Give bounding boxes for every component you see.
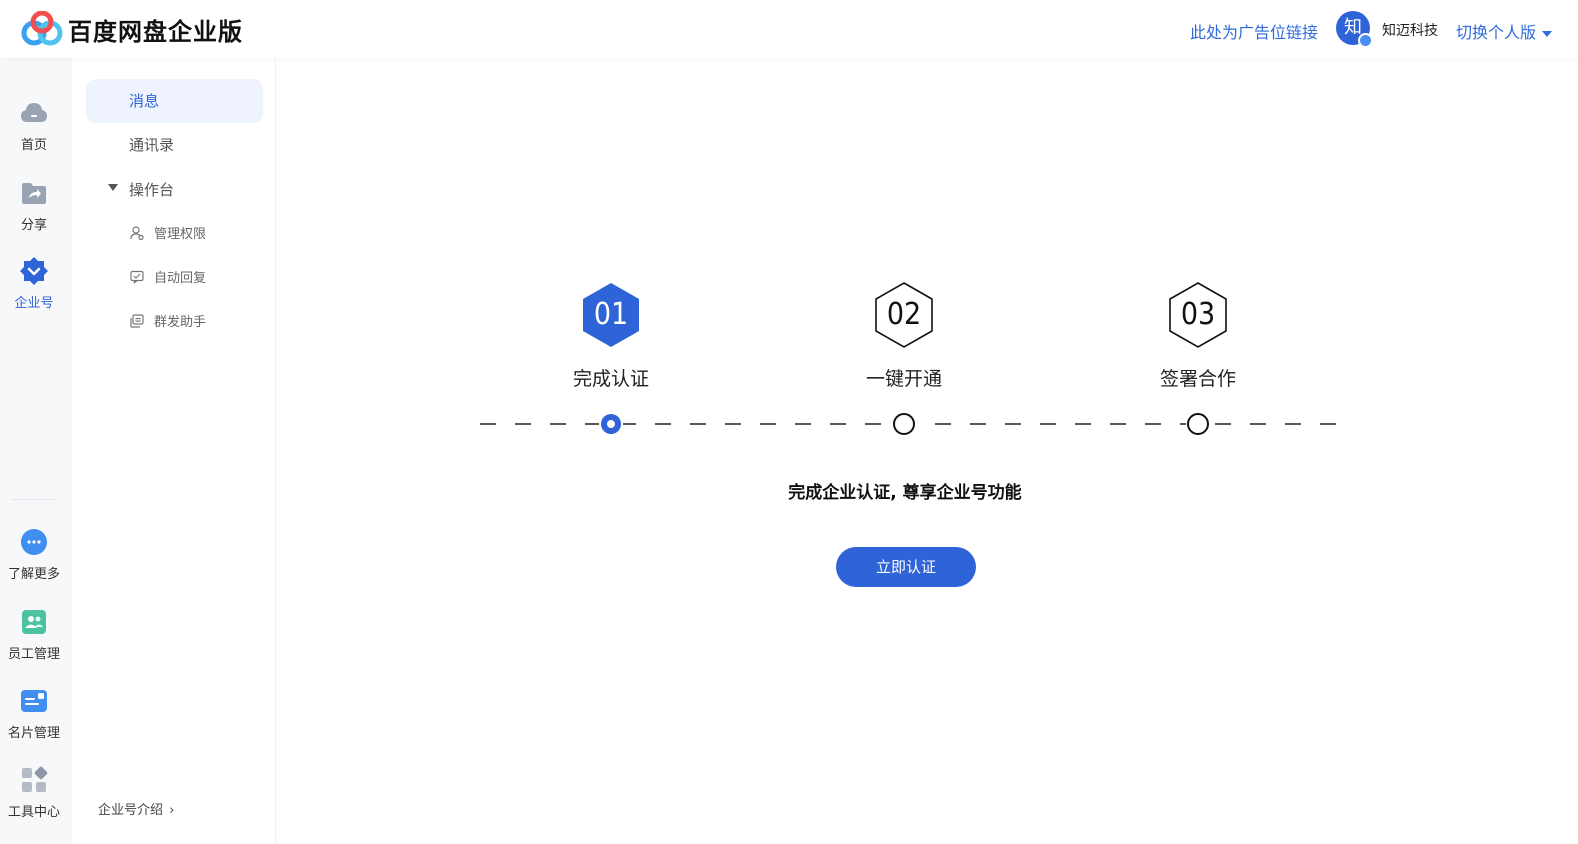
nav-rail: 首页 分享 企业号 了解更多 员工管理 名片管理 工具中心 xyxy=(0,58,72,844)
intro-label: 企业号介绍 xyxy=(98,803,164,818)
step-2-dot xyxy=(893,413,915,435)
card-icon xyxy=(21,690,47,712)
rail-label: 名片管理 xyxy=(7,726,60,741)
secondary-sidebar: 消息 通讯录 操作台 管理权限 自动回复 群发助手 企业号介绍 › xyxy=(72,58,276,844)
menu-group-console[interactable]: 操作台 xyxy=(129,179,174,200)
step-2-badge: 02 xyxy=(873,281,935,349)
avatar[interactable]: 知 xyxy=(1336,11,1373,48)
menu-item-contacts[interactable]: 通讯录 xyxy=(86,123,263,167)
staff-icon xyxy=(22,610,46,634)
auto-reply-icon xyxy=(130,270,144,284)
sub-item-label: 群发助手 xyxy=(154,315,207,330)
rail-item-tools[interactable]: 工具中心 xyxy=(0,765,68,820)
more-chat-icon xyxy=(21,529,47,555)
menu-item-messages[interactable]: 消息 xyxy=(86,79,263,123)
verify-now-button[interactable]: 立即认证 xyxy=(836,547,976,587)
rail-label: 员工管理 xyxy=(7,647,60,662)
step-1-label: 完成认证 xyxy=(572,368,649,390)
rail-item-cards[interactable]: 名片管理 xyxy=(0,686,68,741)
sub-item-label: 自动回复 xyxy=(154,271,207,286)
rail-item-staff[interactable]: 员工管理 xyxy=(0,607,68,662)
sub-item-label: 管理权限 xyxy=(154,227,207,242)
sub-item-broadcast[interactable]: 群发助手 xyxy=(130,311,206,330)
step-1-badge: 01 xyxy=(580,281,642,349)
rail-label: 首页 xyxy=(20,138,47,153)
sub-item-auto-reply[interactable]: 自动回复 xyxy=(130,267,206,286)
progress-timeline xyxy=(472,412,1348,436)
step-number: 02 xyxy=(886,297,922,332)
broadcast-icon xyxy=(130,314,144,328)
step-number: 03 xyxy=(1180,297,1216,332)
enterprise-badge-icon xyxy=(20,257,48,285)
step-3-label: 签署合作 xyxy=(1159,368,1236,390)
rail-label: 了解更多 xyxy=(7,567,60,582)
rail-item-enterprise[interactable]: 企业号 xyxy=(0,256,68,311)
step-2-label: 一键开通 xyxy=(865,368,942,390)
tools-grid-icon xyxy=(22,766,48,792)
chevron-down-icon xyxy=(1542,30,1553,37)
user-permission-icon xyxy=(130,226,144,240)
enterprise-intro-link[interactable]: 企业号介绍 › xyxy=(98,799,174,818)
switch-personal-button[interactable]: 切换个人版 xyxy=(1456,19,1553,43)
rail-label: 工具中心 xyxy=(7,805,60,820)
step-number: 01 xyxy=(593,297,629,332)
step-3-badge: 03 xyxy=(1167,281,1229,349)
chevron-right-icon: › xyxy=(169,803,175,818)
rail-item-share[interactable]: 分享 xyxy=(0,178,68,233)
ad-link[interactable]: 此处为广告位链接 xyxy=(1190,19,1318,43)
step-3-dot xyxy=(1187,413,1209,435)
rail-divider xyxy=(11,499,57,500)
sub-item-permissions[interactable]: 管理权限 xyxy=(130,223,206,242)
rail-label: 企业号 xyxy=(14,296,54,311)
cloud-icon xyxy=(21,103,47,122)
rail-item-learn-more[interactable]: 了解更多 xyxy=(0,527,68,582)
baidu-netdisk-logo[interactable] xyxy=(20,11,64,47)
top-header: 百度网盘企业版 此处为广告位链接 知 知迈科技 切换个人版 xyxy=(0,0,1578,58)
headline: 完成企业认证, 尊享企业号功能 xyxy=(788,483,1022,503)
company-name[interactable]: 知迈科技 xyxy=(1382,20,1438,40)
triangle-down-icon[interactable] xyxy=(108,184,118,191)
switch-label: 切换个人版 xyxy=(1456,23,1537,42)
share-folder-icon xyxy=(22,183,46,204)
verified-icon xyxy=(1358,33,1373,48)
brand-title: 百度网盘企业版 xyxy=(68,18,243,46)
rail-label: 分享 xyxy=(20,218,47,233)
rail-item-home[interactable]: 首页 xyxy=(0,98,68,153)
